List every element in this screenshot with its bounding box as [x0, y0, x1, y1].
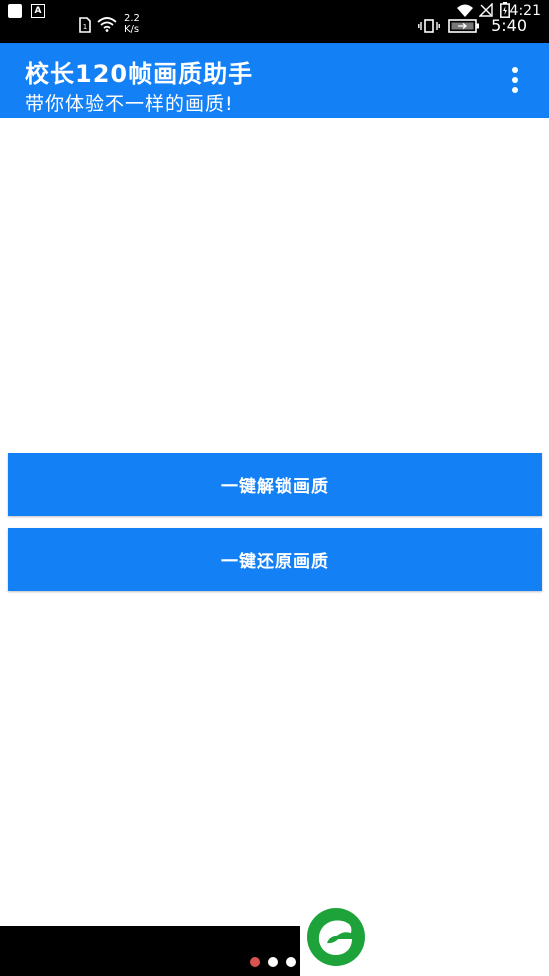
svg-text:1: 1: [83, 23, 87, 31]
app-title: 校长120帧画质助手: [25, 60, 254, 88]
notification-icon: [8, 4, 22, 18]
net-speed: 2.2 K/s: [124, 13, 148, 35]
more-vert-icon: [512, 67, 518, 73]
unlock-quality-button[interactable]: 一键解锁画质: [8, 453, 542, 516]
app-subtitle: 带你体验不一样的画质!: [25, 93, 234, 115]
wifi-icon: [457, 4, 473, 17]
page-indicator: [250, 957, 296, 967]
app-bar: 校长120帧画质助手 带你体验不一样的画质!: [0, 43, 549, 118]
bottom-overlay-bar: [0, 926, 300, 976]
net-speed-unit: K/s: [124, 24, 140, 35]
battery-icon: [448, 19, 479, 33]
wifi-icon: [97, 17, 117, 32]
page-dot-active[interactable]: [250, 957, 260, 967]
more-vert-icon-dot: [512, 77, 518, 83]
status-bar: A 1 2.2 K/s 4:21 5:40: [0, 0, 549, 43]
clock-bottom: 5:40: [491, 16, 527, 35]
page-dot[interactable]: [268, 957, 278, 967]
leaf-logo-icon: [307, 908, 365, 966]
more-vert-icon-dot: [512, 87, 518, 93]
sim-card-icon: 1: [79, 17, 91, 33]
page-dot[interactable]: [286, 957, 296, 967]
more-options-button[interactable]: [505, 67, 525, 93]
no-signal-icon: [479, 3, 493, 17]
notification-a-icon: A: [31, 4, 45, 18]
net-speed-value: 2.2: [124, 13, 140, 24]
vibrate-icon: [418, 19, 440, 33]
restore-quality-button[interactable]: 一键还原画质: [8, 528, 542, 591]
